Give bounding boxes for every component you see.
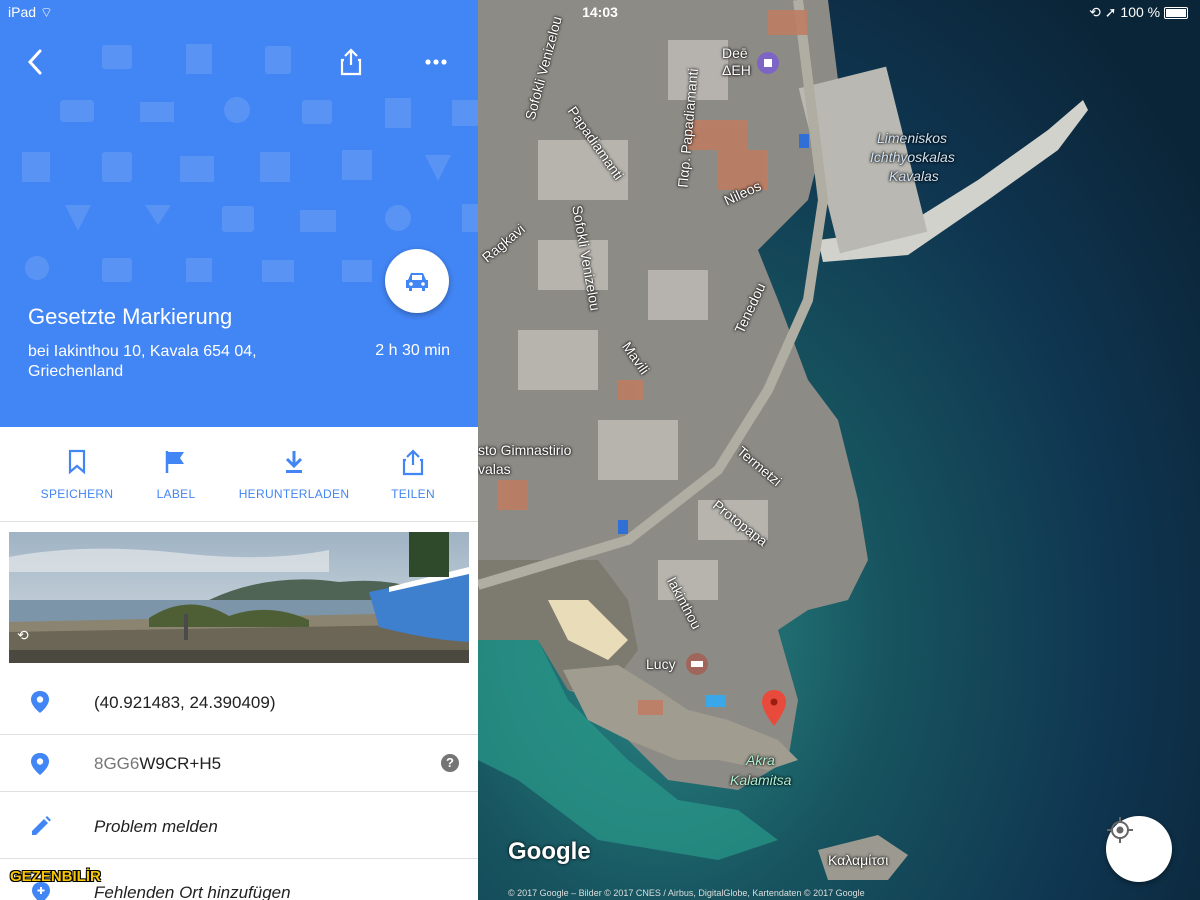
map-label-dei: Deē	[722, 45, 748, 61]
share-icon	[340, 48, 362, 76]
map-label-ichthyoskalas: Ichthyoskalas	[870, 149, 955, 165]
my-location-button[interactable]	[1106, 816, 1172, 882]
place-title: Gesetzte Markierung	[28, 304, 233, 329]
status-time: 14:03	[582, 4, 618, 20]
google-logo: Google	[508, 838, 591, 865]
download-button[interactable]: HERUNTERLADEN	[234, 447, 354, 501]
map-label-deh: ΔΕΗ	[722, 62, 751, 78]
label-button[interactable]: LABEL	[116, 447, 236, 501]
category-pattern	[22, 44, 478, 282]
location-target-icon	[1107, 817, 1133, 843]
status-bar: iPad ⌔ 14:03 ⟲ ➚ 100 %	[0, 0, 1200, 24]
street-view-360-icon: ⟲	[17, 627, 29, 643]
download-icon	[285, 451, 303, 473]
panel-header	[0, 0, 478, 282]
map-label-limeniskos: Limeniskos	[877, 130, 948, 146]
map-label-gimnastirio-2: valas	[478, 461, 511, 477]
more-options-button[interactable]	[418, 44, 454, 80]
report-problem-row[interactable]: Problem melden	[0, 792, 478, 859]
more-horizontal-icon	[425, 59, 447, 65]
chevron-left-icon	[27, 49, 42, 75]
map-label-kalamitsa: Kalamitsa	[730, 772, 792, 788]
header-share-button[interactable]	[333, 44, 369, 80]
battery-status: ⟲ ➚ 100 %	[1089, 4, 1188, 21]
directions-button[interactable]	[385, 249, 449, 313]
flag-icon	[165, 451, 184, 473]
street-view-photo[interactable]: ⟲	[9, 532, 469, 663]
satellite-map[interactable]: Deē ΔΕΗ Limeniskos Ichthyoskalas Kavalas…	[478, 0, 1200, 900]
report-problem-text: Problem melden	[94, 817, 218, 836]
coordinates-text: (40.921483, 24.390409)	[94, 693, 276, 712]
pencil-icon	[32, 816, 51, 835]
add-place-text: Fehlenden Ort hinzufügen	[94, 883, 291, 900]
location-arrow-icon: ➚	[1104, 4, 1117, 20]
map-label-lucy: Lucy	[646, 656, 676, 672]
bookmark-icon	[68, 449, 86, 475]
car-icon	[406, 273, 428, 291]
battery-icon	[1164, 7, 1188, 20]
map-copyright: © 2017 Google – Bilder © 2017 CNES / Air…	[508, 888, 865, 898]
help-icon[interactable]: ?	[441, 754, 459, 772]
map-label-gimnastirio: sto Gimnastirio	[478, 442, 572, 458]
plus-code-text: 8GG6W9CR+H5	[94, 754, 222, 773]
site-watermark-logo: GEZENBILİR	[10, 868, 101, 885]
map-label-akra: Akra	[746, 752, 775, 768]
travel-duration: 2 h 30 min	[375, 342, 450, 359]
map-label-kavalas: Kavalas	[889, 168, 939, 184]
share-icon	[402, 449, 424, 476]
plus-code-row[interactable]: 8GG6W9CR+H5 ?	[0, 735, 478, 792]
share-button[interactable]: TEILEN	[353, 447, 473, 501]
coordinates-row[interactable]: (40.921483, 24.390409)	[0, 668, 478, 735]
action-bar: SPEICHERN LABEL HERUNTERLADEN TEILEN	[0, 427, 478, 522]
back-button[interactable]	[17, 44, 53, 80]
map-label-kalamitsi: Καλαμίτσι	[828, 852, 889, 868]
place-address: bei Iakinthou 10, Kavala 654 04, Grieche…	[28, 343, 257, 380]
place-pin-icon	[31, 691, 49, 713]
place-panel: Gesetzte Markierung bei Iakinthou 10, Ka…	[0, 0, 478, 900]
rotation-lock-icon: ⟲	[1089, 4, 1101, 20]
place-pin-icon	[31, 753, 49, 775]
